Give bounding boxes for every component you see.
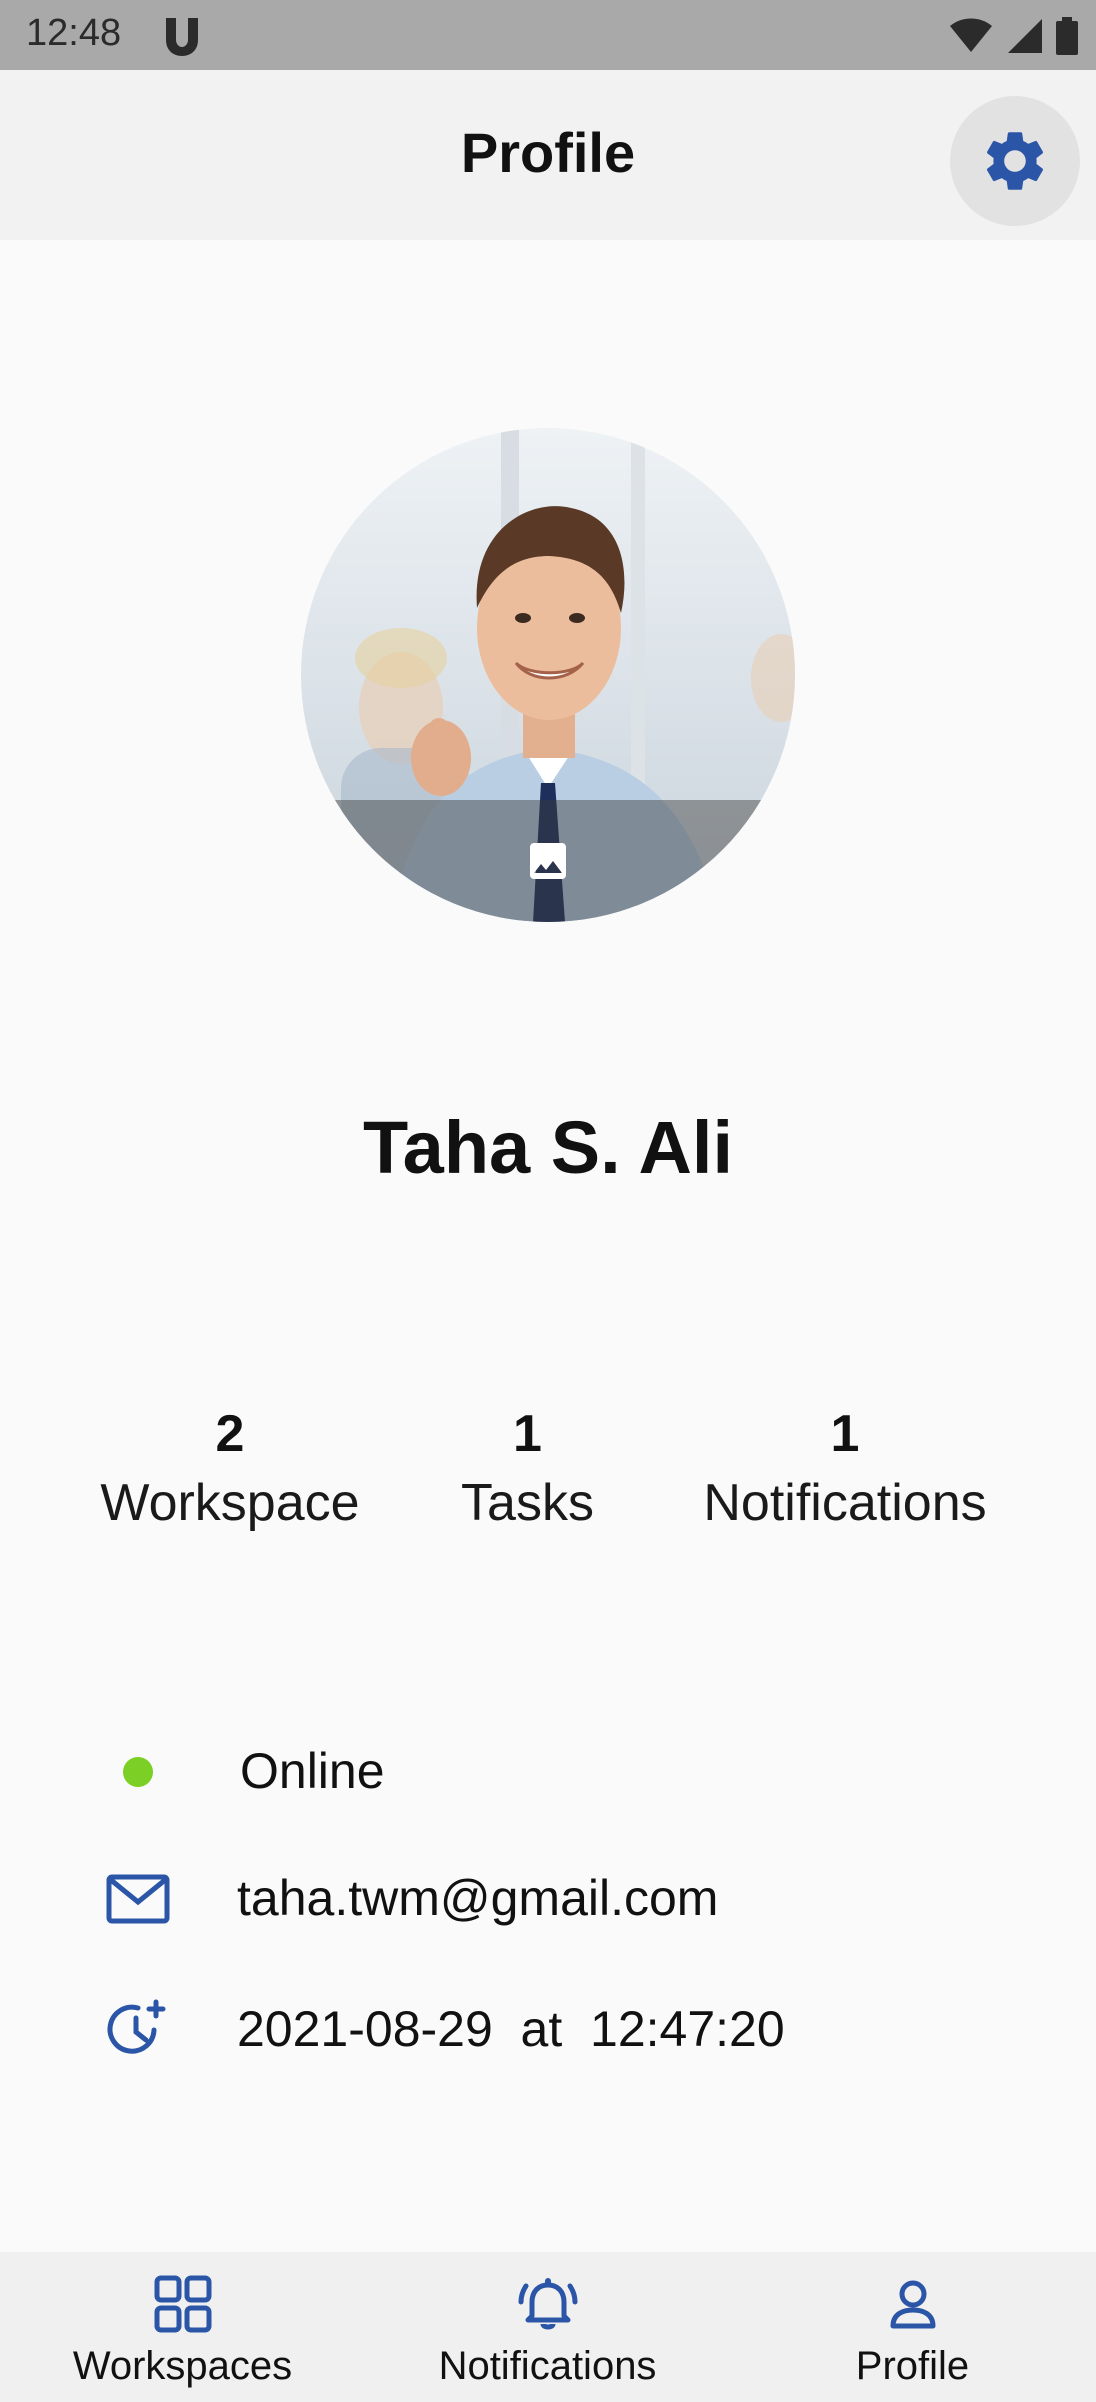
settings-button[interactable] (950, 96, 1080, 226)
email-text: taha.twm@gmail.com (237, 1870, 719, 1926)
last-seen-row: 2021-08-29 at 12:47:20 (0, 1988, 1096, 2068)
battery-icon (1056, 17, 1078, 55)
stat-value: 1 (830, 1405, 860, 1463)
status-bar: 12:48 (0, 0, 1096, 70)
status-icons (948, 14, 1078, 58)
stat-notifications: 1 Notifications (665, 1402, 1025, 1540)
gear-icon (986, 132, 1044, 190)
nav-item-profile[interactable]: Profile (730, 2252, 1095, 2402)
nav-label: Profile (855, 2344, 970, 2388)
online-status-icon (106, 1740, 170, 1804)
stat-value: 1 (513, 1405, 542, 1463)
user-name: Taha S. Ali (362, 1106, 734, 1189)
status-row: Online (0, 1730, 1096, 1810)
grid-icon (154, 2275, 211, 2333)
nav-item-notifications[interactable]: Notifications (365, 2252, 730, 2402)
email-row: taha.twm@gmail.com (0, 1857, 1096, 1937)
stat-tasks: 1 Tasks (400, 1402, 655, 1540)
avatar-change-overlay[interactable] (301, 800, 795, 922)
nav-label: Notifications (438, 2344, 657, 2388)
cell-signal-icon (1008, 19, 1042, 53)
image-icon (530, 843, 566, 879)
bell-icon (518, 2278, 577, 2330)
app-header: Profile (0, 70, 1096, 240)
clock-plus-icon (106, 1998, 170, 2062)
bottom-nav: Workspaces Notifications Profile (0, 2252, 1096, 2402)
mail-icon (106, 1867, 170, 1931)
nav-item-workspaces[interactable]: Workspaces (0, 2252, 365, 2402)
stat-label: Workspace (100, 1474, 360, 1532)
nav-label: Workspaces (72, 2344, 293, 2388)
avatar[interactable] (301, 428, 795, 922)
page-title: Profile (460, 121, 636, 184)
stat-label: Notifications (703, 1474, 987, 1532)
wifi-icon (950, 18, 992, 52)
stat-label: Tasks (461, 1474, 594, 1532)
online-dot (123, 1757, 153, 1787)
person-icon (890, 2280, 935, 2329)
stat-workspace: 2 Workspace (70, 1402, 390, 1540)
last-seen-text: 2021-08-29 at 12:47:20 (237, 2001, 785, 2057)
stat-value: 2 (215, 1405, 245, 1463)
app-u-icon (166, 18, 198, 56)
status-text: Online (240, 1743, 385, 1799)
status-time: 12:48 (26, 12, 122, 54)
